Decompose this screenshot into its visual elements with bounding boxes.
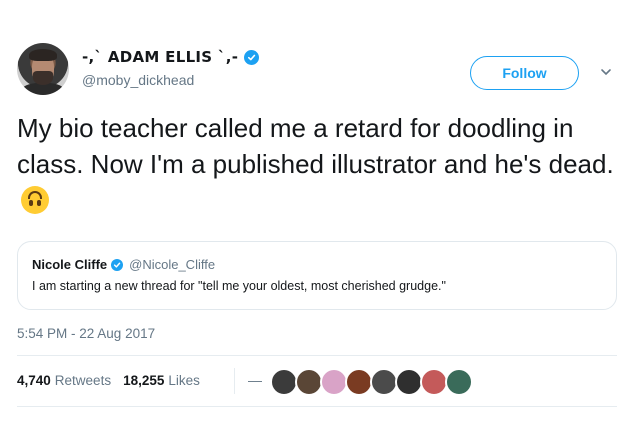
follow-button[interactable]: Follow bbox=[470, 56, 579, 90]
divider bbox=[17, 355, 617, 356]
tweet-text: My bio teacher called me a retard for do… bbox=[17, 113, 614, 179]
tweet-body: My bio teacher called me a retard for do… bbox=[17, 110, 617, 218]
likes-stat[interactable]: 18,255 Likes bbox=[123, 373, 200, 388]
liker-avatar[interactable] bbox=[445, 368, 473, 396]
author-avatar[interactable] bbox=[17, 43, 69, 95]
tweet-stats: 4,740 Retweets 18,255 Likes bbox=[17, 373, 200, 388]
verified-badge-icon bbox=[244, 49, 260, 65]
quoted-tweet-text: I am starting a new thread for "tell me … bbox=[32, 279, 446, 293]
quoted-author-handle: @Nicole_Cliffe bbox=[129, 257, 216, 272]
liker-avatar[interactable] bbox=[320, 368, 348, 396]
likes-count: 18,255 bbox=[123, 373, 165, 388]
liker-avatar[interactable] bbox=[270, 368, 298, 396]
retweets-count: 4,740 bbox=[17, 373, 51, 388]
liker-avatar[interactable] bbox=[395, 368, 423, 396]
author-handle[interactable]: @moby_dickhead bbox=[82, 72, 194, 88]
liker-avatars bbox=[270, 368, 473, 396]
liker-avatar[interactable] bbox=[370, 368, 398, 396]
quoted-tweet-header: Nicole Cliffe @Nicole_Cliffe bbox=[32, 257, 215, 272]
tweet-card: -,` ADAM ELLIS `,- @moby_dickhead Follow… bbox=[0, 0, 640, 429]
chevron-down-icon[interactable] bbox=[600, 66, 612, 78]
upside-down-face-emoji-icon bbox=[21, 186, 49, 214]
avatar-beard bbox=[33, 71, 53, 85]
verified-badge-icon bbox=[111, 258, 124, 271]
author-display-name[interactable]: -,` ADAM ELLIS `,- bbox=[82, 48, 238, 66]
liker-avatar[interactable] bbox=[295, 368, 323, 396]
retweets-label: Retweets bbox=[54, 373, 112, 388]
liker-avatar[interactable] bbox=[420, 368, 448, 396]
avatar-hair bbox=[29, 49, 57, 61]
likes-label: Likes bbox=[168, 373, 200, 388]
author-name-row[interactable]: -,` ADAM ELLIS `,- bbox=[82, 48, 260, 66]
stats-dash: — bbox=[248, 372, 262, 388]
tweet-timestamp[interactable]: 5:54 PM - 22 Aug 2017 bbox=[17, 326, 155, 341]
stats-separator bbox=[234, 368, 235, 394]
liker-avatar[interactable] bbox=[345, 368, 373, 396]
retweets-stat[interactable]: 4,740 Retweets bbox=[17, 373, 111, 388]
quoted-tweet[interactable]: Nicole Cliffe @Nicole_Cliffe I am starti… bbox=[17, 241, 617, 310]
divider bbox=[17, 406, 617, 407]
quoted-author-name: Nicole Cliffe bbox=[32, 257, 108, 272]
